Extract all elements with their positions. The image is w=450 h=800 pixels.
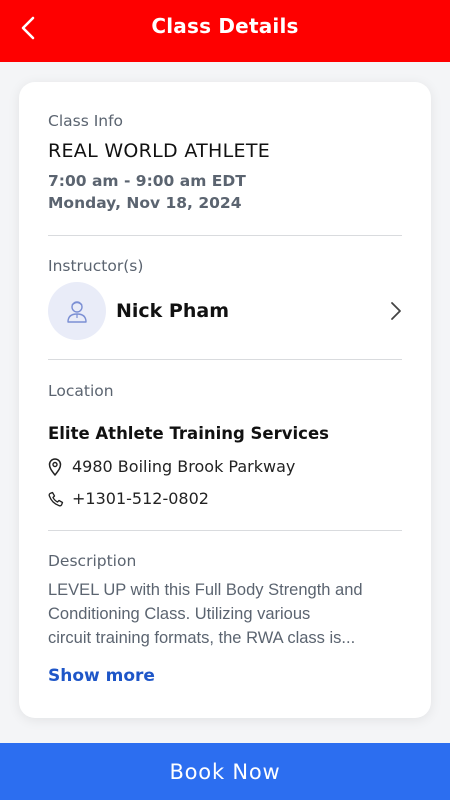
class-info-label: Class Info [48,112,124,130]
location-address[interactable]: 4980 Boiling Brook Parkway [48,457,295,476]
avatar [48,282,106,340]
divider [48,235,402,236]
address-text: 4980 Boiling Brook Parkway [72,457,296,476]
phone-icon [48,491,66,507]
location-name: Elite Athlete Training Services [48,424,329,443]
location-phone[interactable]: +1301-512-0802 [48,489,209,508]
phone-text: +1301-512-0802 [72,489,209,508]
map-pin-icon [48,457,66,476]
divider [48,359,402,360]
class-time: 7:00 am - 9:00 am EDT [48,172,246,190]
divider [48,530,402,531]
page-title: Class Details [151,14,299,38]
instructor-name: Nick Pham [116,300,229,322]
class-date: Monday, Nov 18, 2024 [48,194,242,212]
class-details-card: Class Info REAL WORLD ATHLETE 7:00 am - … [19,82,431,718]
show-more-link[interactable]: Show more [48,666,155,686]
description-text: LEVEL UP with this Full Body Strength an… [48,581,363,647]
description-label: Description [48,552,137,570]
instructor-row[interactable]: Nick Pham [48,281,402,341]
location-label: Location [48,382,114,400]
book-now-button[interactable]: Book Now [0,743,450,800]
chevron-right-icon [384,300,402,322]
person-icon [67,301,87,323]
instructors-label: Instructor(s) [48,257,144,275]
app-header: Class Details [0,0,450,62]
class-name: REAL WORLD ATHLETE [48,140,271,162]
